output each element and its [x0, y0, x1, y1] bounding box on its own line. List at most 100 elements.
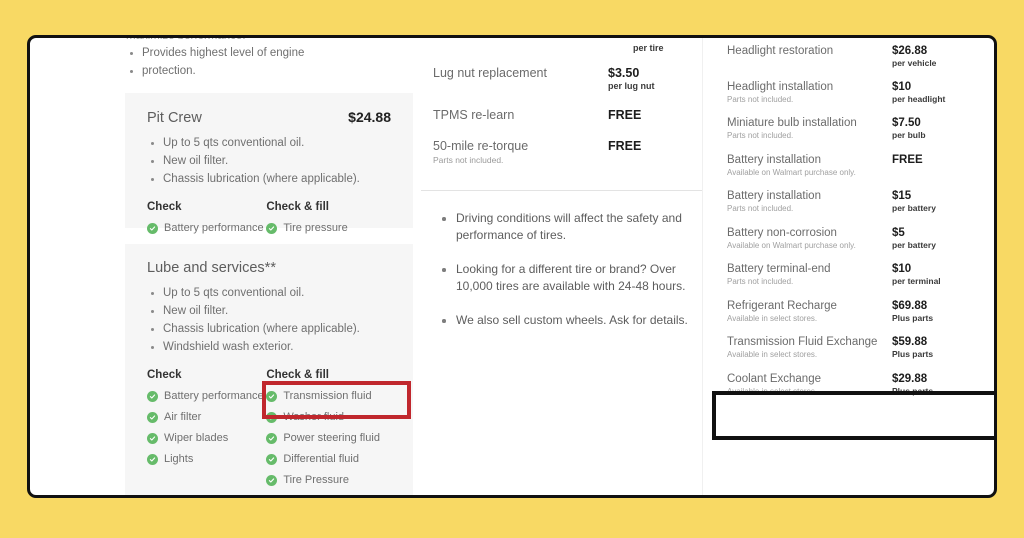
- service-note: Parts not included.: [433, 155, 504, 165]
- clipped-unit-label: per tire: [633, 43, 664, 53]
- service-name: Lug nut replacement: [433, 66, 547, 80]
- check-item-label: Tire Pressure: [283, 474, 349, 486]
- service-name: Battery installation: [727, 190, 821, 202]
- check-item-label: Battery performance: [164, 390, 264, 402]
- package-panel-pit-crew[interactable]: Pit Crew $24.88 Up to 5 qts conventional…: [125, 93, 413, 234]
- package-bullet-list: Up to 5 qts conventional oil. New oil fil…: [147, 286, 391, 355]
- service-price: $3.50: [608, 66, 640, 80]
- service-pricing: $7.50 per bulb: [892, 116, 992, 140]
- service-price: $26.88: [892, 45, 928, 57]
- service-info: Headlight restoration: [727, 44, 887, 58]
- service-price-row[interactable]: 50-mile re-torque Parts not included. FREE: [433, 139, 713, 166]
- service-price: $5: [892, 226, 905, 239]
- service-price-row[interactable]: Battery terminal-end Parts not included. $…: [727, 262, 992, 287]
- bullet-item: Windshield wash exterior.: [147, 340, 391, 355]
- package-bullets: Up to 5 qts conventional oil. New oil fil…: [125, 126, 413, 187]
- service-name: Coolant Exchange: [727, 372, 821, 385]
- service-price-unit: per lug nut: [608, 81, 655, 91]
- service-price-row[interactable]: TPMS re-learn FREE: [433, 108, 713, 123]
- tire-note-item: Driving conditions will affect the safet…: [439, 210, 711, 244]
- bullet-item: Chassis lubrication (where applicable).: [147, 172, 391, 187]
- service-price: FREE: [608, 108, 642, 122]
- check-circle-icon: [266, 432, 278, 444]
- check-fill-column-header: Check & fill: [266, 369, 329, 381]
- check-item: Washer fluid: [266, 411, 391, 423]
- service-price-row[interactable]: Lug nut replacement $3.50 per lug nut: [433, 66, 713, 92]
- service-price: $10: [892, 263, 912, 275]
- left-column: maximize performance. Provides highest l…: [98, 38, 418, 495]
- check-circle-icon: [266, 453, 278, 465]
- check-circle-icon: [147, 390, 158, 402]
- service-note: Available in select stores.: [727, 350, 818, 359]
- service-price-row[interactable]: Coolant Exchange Available in select stor…: [727, 372, 992, 397]
- check-item: Lights: [147, 453, 266, 465]
- service-price-row[interactable]: Battery installation Available on Walmart…: [727, 153, 992, 178]
- check-item: Power steering fluid: [266, 432, 391, 444]
- service-price-unit: Plus parts: [892, 385, 934, 396]
- service-price-unit: per bulb: [892, 130, 926, 140]
- services-card: maximize performance. Provides highest l…: [27, 35, 997, 498]
- service-name: Battery terminal-end: [727, 263, 831, 275]
- service-price-row[interactable]: Battery installation Parts not included. $…: [727, 189, 992, 214]
- service-note: Available on Walmart purchase only.: [727, 240, 856, 250]
- service-price-row[interactable]: Headlight installation Parts not included…: [727, 80, 992, 105]
- package-panel-lube-and-services[interactable]: Lube and services** Up to 5 qts conventi…: [125, 244, 413, 495]
- middle-column: per tire Lug nut replacement $3.50 per lug…: [421, 38, 713, 495]
- service-note: Parts not included.: [727, 277, 794, 286]
- package-bullet-list: Up to 5 qts conventional oil. New oil fil…: [147, 136, 391, 187]
- check-item-label: Battery performance: [164, 222, 264, 234]
- check-circle-icon: [147, 453, 158, 465]
- service-name: Headlight restoration: [727, 45, 834, 57]
- service-price-row[interactable]: Headlight restoration $26.88 per vehicle: [727, 44, 992, 68]
- service-info: Lug nut replacement: [433, 66, 598, 81]
- service-price-unit: Plus parts: [892, 349, 934, 359]
- service-pricing: $3.50 per lug nut: [608, 66, 713, 92]
- service-price: $29.88: [892, 372, 928, 385]
- service-price-row[interactable]: Battery non-corrosion Available on Walmar…: [727, 226, 992, 251]
- check-fill-column-header: Check & fill: [266, 201, 329, 213]
- bullet-item: New oil filter.: [147, 304, 391, 319]
- service-name: Refrigerant Recharge: [727, 299, 837, 312]
- check-item-label: Lights: [164, 453, 194, 465]
- panel-header: Pit Crew $24.88: [125, 93, 413, 126]
- check-item: Battery performance: [147, 222, 266, 234]
- check-columns-header: Check Check & fill: [125, 369, 413, 381]
- right-column: Headlight restoration $26.88 per vehicle He…: [702, 38, 994, 495]
- check-fill-list: Transmission fluid Washer fluid Power stee…: [266, 390, 391, 495]
- check-item: Battery performance: [147, 390, 266, 402]
- service-price-row[interactable]: Transmission Fluid Exchange Available in …: [727, 335, 992, 360]
- service-price-row[interactable]: Refrigerant Recharge Available in select …: [727, 299, 992, 324]
- service-price-unit: Plus parts: [892, 312, 934, 323]
- service-info: Transmission Fluid Exchange Available in …: [727, 335, 887, 360]
- check-circle-icon: [266, 390, 278, 402]
- service-pricing: $26.88 per vehicle: [892, 44, 992, 68]
- service-price-unit: per vehicle: [892, 58, 937, 68]
- check-item: Air filter: [147, 411, 266, 423]
- service-pricing: $29.88 Plus parts: [892, 372, 992, 396]
- service-price-row[interactable]: Miniature bulb installation Parts not inc…: [727, 116, 992, 141]
- check-circle-icon: [266, 474, 278, 486]
- check-circle-icon: [266, 411, 278, 423]
- bullet-item: Provides highest level of engine: [126, 46, 406, 61]
- check-circle-icon: [147, 432, 158, 444]
- bullet-item: Chassis lubrication (where applicable).: [147, 322, 391, 337]
- service-pricing: $10 per headlight: [892, 80, 992, 104]
- tire-notes-list: Driving conditions will affect the safet…: [439, 210, 711, 346]
- tire-note-item: Looking for a different tire or brand? O…: [439, 261, 711, 295]
- engine-protection-bullets: Provides highest level of engine protecti…: [126, 46, 406, 79]
- service-price: $10: [892, 80, 912, 93]
- check-columns-header: Check Check & fill: [125, 201, 413, 213]
- panel-header: Lube and services**: [125, 244, 413, 276]
- service-info: Battery terminal-end Parts not included.: [727, 262, 887, 287]
- section-divider: [421, 190, 703, 191]
- service-info: Miniature bulb installation Parts not inc…: [727, 116, 887, 141]
- package-price: $24.88: [348, 109, 391, 125]
- service-name: Battery non-corrosion: [727, 226, 837, 239]
- service-info: Battery non-corrosion Available on Walmar…: [727, 226, 887, 251]
- service-name: Transmission Fluid Exchange: [727, 336, 878, 348]
- service-pricing: $15 per battery: [892, 189, 992, 213]
- check-item-label: Wiper blades: [164, 432, 229, 444]
- service-note: Available on Walmart purchase only.: [727, 167, 856, 177]
- card-content: maximize performance. Provides highest l…: [30, 38, 994, 495]
- package-title: Lube and services**: [147, 260, 276, 276]
